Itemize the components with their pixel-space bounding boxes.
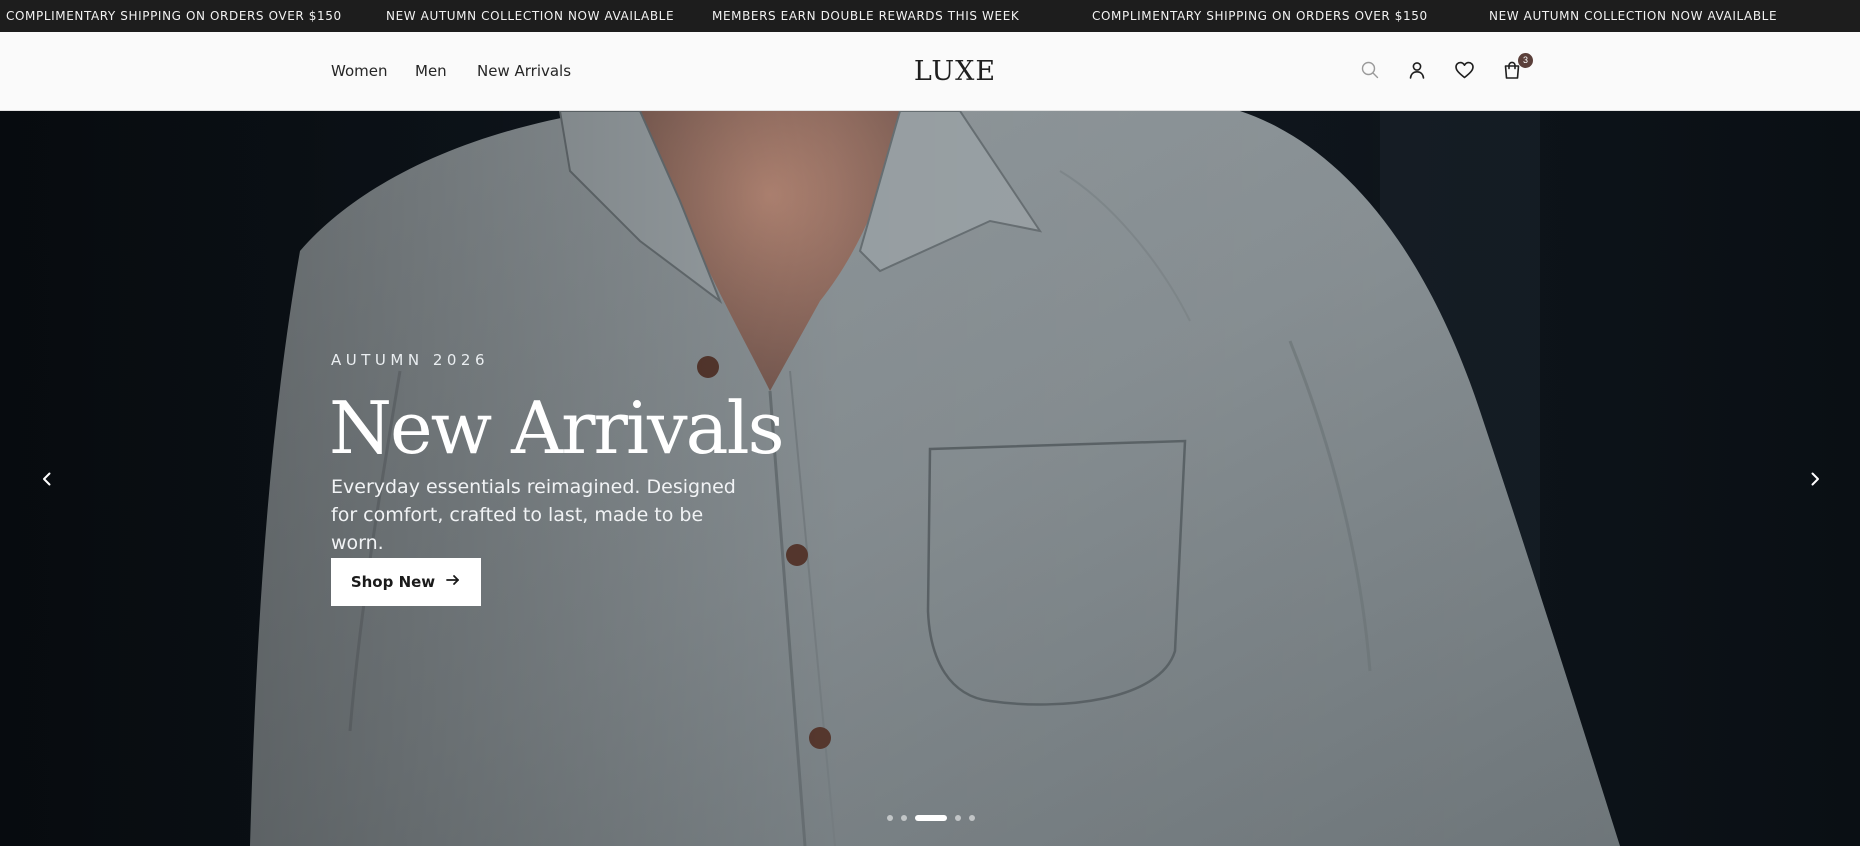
announcement-message: MEMBERS EARN DOUBLE REWARDS THIS WEEK	[712, 9, 1020, 23]
search-icon	[1360, 60, 1380, 85]
hero-banner: AUTUMN 2026 New Arrivals Everyday essent…	[0, 111, 1860, 846]
slide-dot[interactable]	[955, 815, 961, 821]
wishlist-button[interactable]	[1451, 59, 1477, 85]
announcement-message: NEW AUTUMN COLLECTION NOW AVAILABLE	[386, 9, 675, 23]
cart-button[interactable]: 3	[1499, 53, 1533, 85]
search-button[interactable]	[1357, 59, 1383, 85]
slide-dot[interactable]	[887, 815, 893, 821]
hero-subtitle: Everyday essentials reimagined. Designed…	[331, 476, 736, 554]
nav-link-women[interactable]: Women	[331, 32, 387, 111]
account-icon	[1407, 60, 1427, 85]
chevron-right-icon	[1808, 471, 1822, 492]
nav-link-new-arrivals[interactable]: New Arrivals	[477, 32, 571, 111]
announcement-message: NEW AUTUMN COLLECTION NOW AVAILABLE	[1489, 9, 1778, 23]
account-button[interactable]	[1404, 59, 1430, 85]
slide-indicators	[887, 815, 975, 821]
hero-background-image	[0, 111, 1860, 846]
prev-slide-button[interactable]	[32, 466, 62, 496]
cta-label: Shop New	[350, 573, 436, 591]
slide-dot[interactable]	[969, 815, 975, 821]
brand-logo[interactable]: LUXE	[860, 32, 1050, 112]
announcement-message: COMPLIMENTARY SHIPPING ON ORDERS OVER $1…	[1092, 9, 1428, 23]
cart-count-badge: 3	[1518, 53, 1533, 68]
nav-link-men[interactable]: Men	[415, 32, 447, 111]
hero-title: New Arrivals	[329, 386, 785, 470]
slide-dot-active[interactable]	[915, 815, 947, 821]
shop-new-button[interactable]: Shop New	[331, 558, 481, 606]
heart-icon	[1454, 60, 1475, 85]
announcement-bar: COMPLIMENTARY SHIPPING ON ORDERS OVER $1…	[0, 0, 1860, 32]
announcement-message: COMPLIMENTARY SHIPPING ON ORDERS OVER $1…	[6, 9, 342, 23]
next-slide-button[interactable]	[1800, 466, 1830, 496]
site-header: Women Men New Arrivals LUXE 3	[0, 32, 1860, 111]
slide-dot[interactable]	[901, 815, 907, 821]
hero-eyebrow: AUTUMN 2026	[331, 351, 489, 369]
chevron-left-icon	[40, 471, 54, 492]
arrow-right-icon	[445, 572, 461, 592]
